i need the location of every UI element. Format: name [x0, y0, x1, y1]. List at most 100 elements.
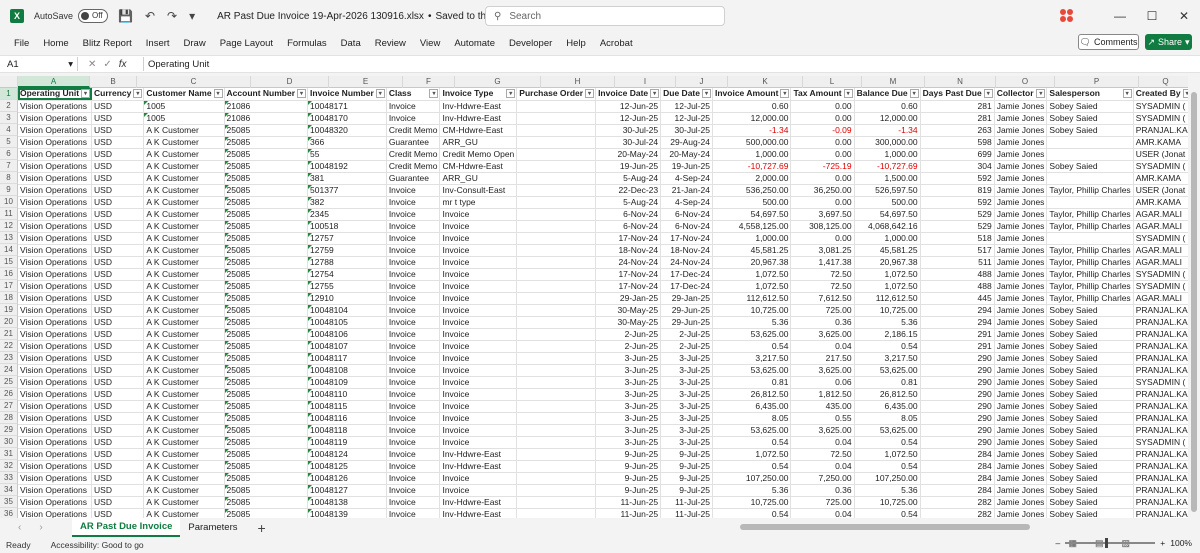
cell[interactable]: PRANJAL.KA: [1133, 496, 1188, 509]
cell[interactable]: 284: [920, 460, 995, 473]
cell[interactable]: 1,500.00: [854, 172, 921, 185]
cell[interactable]: 282: [920, 496, 995, 509]
cell[interactable]: AMR.KAMA: [1133, 136, 1188, 149]
cell[interactable]: 3-Jun-25: [595, 400, 662, 413]
cell[interactable]: Sobey Saied: [1046, 508, 1134, 518]
cell[interactable]: 6-Nov-24: [595, 208, 662, 221]
cell[interactable]: 25085: [224, 280, 309, 293]
cell[interactable]: [1046, 136, 1134, 149]
cell[interactable]: [516, 508, 597, 518]
cell[interactable]: 0.36: [790, 484, 855, 497]
cell[interactable]: Taylor, Phillip Charles: [1046, 220, 1134, 233]
cell[interactable]: Jamie Jones: [994, 148, 1048, 161]
cell[interactable]: 100518: [307, 220, 387, 233]
cell[interactable]: ARR_GU: [439, 136, 518, 149]
cell[interactable]: Jamie Jones: [994, 436, 1048, 449]
cell[interactable]: Invoice: [386, 340, 441, 353]
cell[interactable]: 3-Jun-25: [595, 352, 662, 365]
cell[interactable]: 107,250.00: [712, 472, 792, 485]
cell[interactable]: 19-Jun-25: [660, 160, 713, 173]
filter-dropdown-icon[interactable]: ▾: [297, 89, 307, 98]
cell[interactable]: Vision Operations: [18, 388, 93, 401]
cell[interactable]: Credit Memo: [386, 148, 441, 161]
cell[interactable]: Invoice: [439, 352, 518, 365]
accessibility-status[interactable]: Accessibility: Good to go: [51, 540, 144, 550]
cell[interactable]: PRANJAL.KA: [1133, 472, 1188, 485]
cell[interactable]: AMR.KAMA: [1133, 196, 1188, 209]
cell[interactable]: 0.00: [790, 172, 855, 185]
cell[interactable]: USER (Jonat: [1133, 148, 1188, 161]
cell[interactable]: Taylor, Phillip Charles: [1046, 256, 1134, 269]
cell[interactable]: Jamie Jones: [994, 316, 1048, 329]
cell[interactable]: 281: [920, 112, 995, 125]
cell[interactable]: A K Customer: [143, 316, 225, 329]
cell[interactable]: 55: [307, 148, 387, 161]
menu-automate[interactable]: Automate: [454, 38, 495, 49]
cell[interactable]: 500,000.00: [712, 136, 792, 149]
cell[interactable]: 11-Jul-25: [660, 508, 713, 518]
cell[interactable]: 3-Jul-25: [660, 352, 713, 365]
cell[interactable]: Jamie Jones: [994, 172, 1048, 185]
cell[interactable]: Sobey Saied: [1046, 412, 1134, 425]
row-header[interactable]: 28: [0, 412, 18, 424]
cell[interactable]: Taylor, Phillip Charles: [1046, 208, 1134, 221]
cell[interactable]: 5.36: [854, 484, 921, 497]
cell[interactable]: 25085: [224, 508, 309, 518]
cell[interactable]: Vision Operations: [18, 328, 93, 341]
cell[interactable]: 10048107: [307, 340, 387, 353]
row-header[interactable]: 6: [0, 148, 18, 160]
cell[interactable]: Sobey Saied: [1046, 472, 1134, 485]
cell[interactable]: 24-Nov-24: [660, 256, 713, 269]
cell[interactable]: Invoice: [439, 328, 518, 341]
cell[interactable]: A K Customer: [143, 136, 225, 149]
cell[interactable]: 10048170: [307, 112, 387, 125]
cell[interactable]: Invoice: [439, 280, 518, 293]
maximize-icon[interactable]: ☐: [1136, 9, 1168, 23]
cell[interactable]: 30-May-25: [595, 304, 662, 317]
cell[interactable]: Jamie Jones: [994, 424, 1048, 437]
cell[interactable]: 294: [920, 316, 995, 329]
cell[interactable]: [516, 196, 597, 209]
cell[interactable]: USD: [91, 160, 145, 173]
cell[interactable]: 0.00: [790, 136, 855, 149]
cell[interactable]: 366: [307, 136, 387, 149]
cell[interactable]: 3-Jul-25: [660, 376, 713, 389]
cell[interactable]: 1,417.38: [790, 256, 855, 269]
column-header-p[interactable]: P: [1055, 76, 1139, 88]
cell[interactable]: Invoice: [439, 376, 518, 389]
cell[interactable]: Credit Memo Open: [439, 148, 518, 161]
filter-dropdown-icon[interactable]: ▾: [133, 89, 143, 98]
column-header-j[interactable]: J: [676, 76, 728, 88]
cancel-icon[interactable]: ✕: [88, 59, 96, 70]
cell[interactable]: 25085: [224, 424, 309, 437]
next-sheet-icon[interactable]: ›: [39, 522, 42, 533]
cell[interactable]: [516, 160, 597, 173]
row-header[interactable]: 15: [0, 256, 18, 268]
cell[interactable]: USD: [91, 172, 145, 185]
cell[interactable]: Vision Operations: [18, 220, 93, 233]
cell[interactable]: Invoice: [386, 280, 441, 293]
cell[interactable]: A K Customer: [143, 268, 225, 281]
cell[interactable]: 7,612.50: [790, 292, 855, 305]
cell[interactable]: 5.36: [712, 316, 792, 329]
row-header[interactable]: 30: [0, 436, 18, 448]
cell[interactable]: SYSADMIN (: [1133, 436, 1188, 449]
cell[interactable]: 4-Sep-24: [660, 172, 713, 185]
cell[interactable]: 107,250.00: [854, 472, 921, 485]
cell[interactable]: Invoice: [386, 448, 441, 461]
column-header-o[interactable]: O: [996, 76, 1055, 88]
row-header[interactable]: 10: [0, 196, 18, 208]
insert-function-icon[interactable]: fx: [119, 59, 127, 70]
filter-dropdown-icon[interactable]: ▾: [1036, 89, 1046, 98]
filter-dropdown-icon[interactable]: ▾: [909, 89, 919, 98]
row-header[interactable]: 20: [0, 316, 18, 328]
cell[interactable]: Invoice: [439, 256, 518, 269]
menu-file[interactable]: File: [14, 38, 29, 49]
cell[interactable]: [516, 100, 597, 113]
cell[interactable]: [516, 328, 597, 341]
cell[interactable]: 11-Jun-25: [595, 508, 662, 518]
cell[interactable]: 304: [920, 160, 995, 173]
cell[interactable]: 290: [920, 352, 995, 365]
cell[interactable]: 2,000.00: [712, 172, 792, 185]
cell[interactable]: [516, 172, 597, 185]
